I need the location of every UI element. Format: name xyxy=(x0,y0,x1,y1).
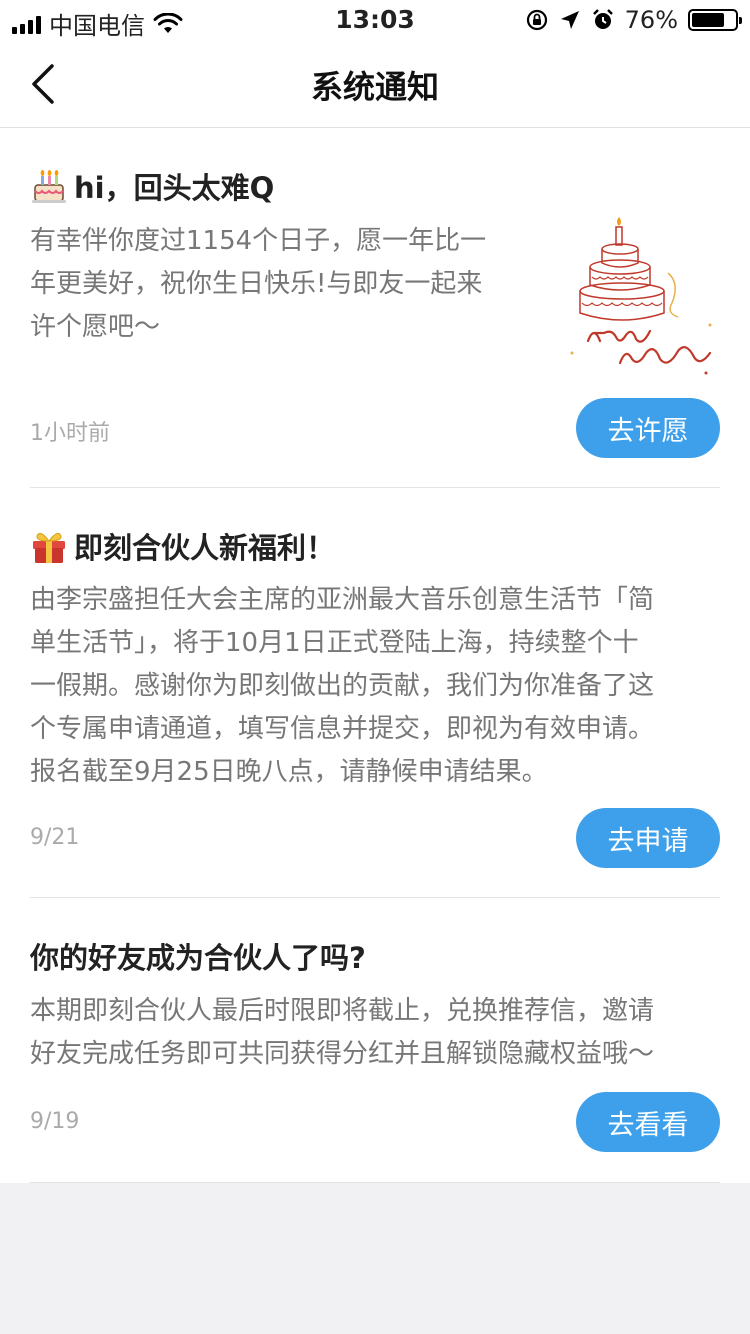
body-line: 由李宗盛担任大会主席的亚洲最大音乐创意生活节「简 xyxy=(30,585,655,615)
notification-title: 即刻合伙人新福利！ xyxy=(30,525,335,567)
body-line: 个专属申请通道，填写信息并提交，即视为有效申请。 xyxy=(30,714,655,744)
body-line: 本期即刻合伙人最后时限即将截止，兑换推荐信，邀请 xyxy=(30,996,655,1026)
view-button[interactable]: 去看看 xyxy=(576,1092,720,1152)
notification-body: 有幸伴你度过1154个日子，愿一年比一 年更美好，祝你生日快乐!与即友一起来 许… xyxy=(30,220,530,349)
status-bar: 中国电信 13:03 76% xyxy=(0,0,750,40)
notification-card-birthday[interactable]: hi，回头太难Q 有幸伴你度过1154个日子，愿一年比一 年更美好，祝你生日快乐… xyxy=(30,128,720,488)
body-line: 单生活节」，将于10月1日正式登陆上海，持续整个十 xyxy=(30,628,639,658)
notification-time: 9/19 xyxy=(30,1109,80,1134)
location-arrow-icon xyxy=(560,11,579,29)
status-right: 76% xyxy=(525,6,742,34)
notification-card-invite-friends[interactable]: 你的好友成为合伙人了吗? 本期即刻合伙人最后时限即将截止，兑换推荐信，邀请 好友… xyxy=(30,898,720,1183)
page-title: 系统通知 xyxy=(310,68,439,106)
notification-card-partner-benefit[interactable]: 即刻合伙人新福利！ 由李宗盛担任大会主席的亚洲最大音乐创意生活节「简 单生活节」… xyxy=(30,488,720,898)
happy-birthday-cake-illustration xyxy=(560,213,720,378)
battery-icon xyxy=(688,9,742,31)
notification-body: 本期即刻合伙人最后时限即将截止，兑换推荐信，邀请 好友完成任务即可共同获得分红并… xyxy=(30,990,720,1076)
notification-time: 9/21 xyxy=(30,825,80,850)
gift-box-icon xyxy=(33,532,65,563)
body-line: 有幸伴你度过1154个日子，愿一年比一 xyxy=(30,226,487,256)
body-line: 报名截至9月25日晚八点，请静候申请结果。 xyxy=(30,757,548,787)
body-line: 好友完成任务即可共同获得分红并且解锁隐藏权益哦～ xyxy=(30,1039,655,1069)
battery-percent: 76% xyxy=(624,6,678,34)
body-line: 年更美好，祝你生日快乐!与即友一起来 xyxy=(30,269,483,299)
body-line: 一假期。感谢你为即刻做出的贡献，我们为你准备了这 xyxy=(30,671,655,701)
alarm-clock-icon xyxy=(592,9,613,29)
notification-title-text: 即刻合伙人新福利！ xyxy=(74,531,336,565)
body-line: 许个愿吧～ xyxy=(30,312,161,342)
notification-title-text: 你的好友成为合伙人了吗? xyxy=(30,941,366,975)
notification-list: hi，回头太难Q 有幸伴你度过1154个日子，愿一年比一 年更美好，祝你生日快乐… xyxy=(0,128,750,1183)
notification-title-text: hi，回头太难Q xyxy=(74,171,275,205)
orientation-lock-icon xyxy=(526,9,547,31)
apply-button[interactable]: 去申请 xyxy=(576,808,720,868)
battery-fill xyxy=(692,13,724,27)
notification-title: hi，回头太难Q xyxy=(30,165,274,207)
notification-title: 你的好友成为合伙人了吗? xyxy=(30,935,366,977)
birthday-cake-icon xyxy=(32,170,66,203)
make-wish-button[interactable]: 去许愿 xyxy=(576,398,720,458)
navigation-bar: 系统通知 xyxy=(0,40,750,128)
notification-body: 由李宗盛担任大会主席的亚洲最大音乐创意生活节「简 单生活节」，将于10月1日正式… xyxy=(30,579,720,794)
notification-time: 1小时前 xyxy=(30,421,110,446)
